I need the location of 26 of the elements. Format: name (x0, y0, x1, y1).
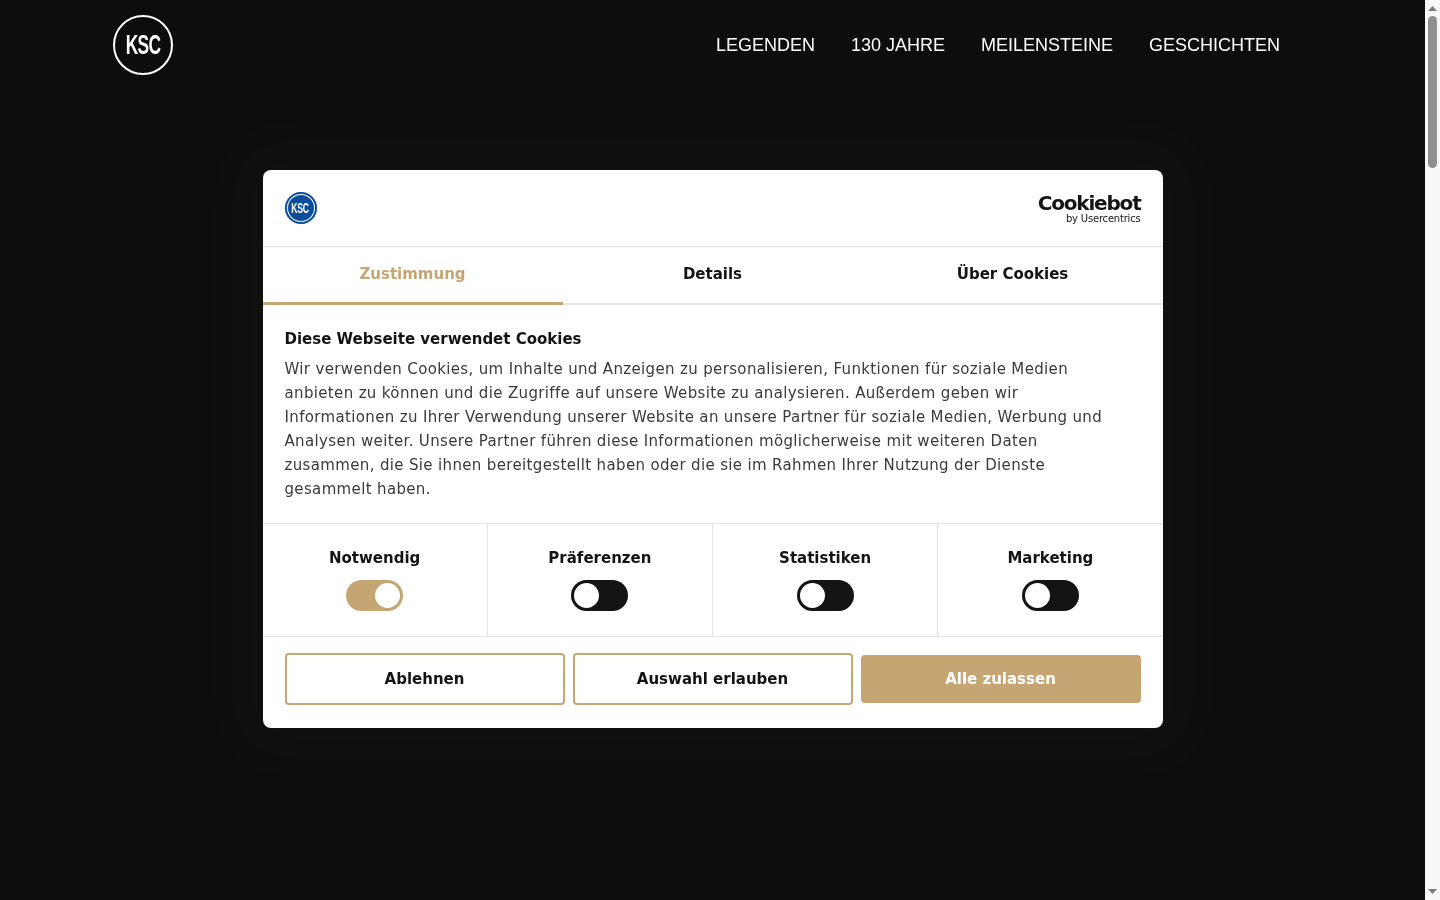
dialog-button[interactable]: Auswahl erlauben (572, 653, 853, 705)
dialog-title: Diese Webseite verwendet Cookies (284, 329, 583, 349)
nav-link[interactable]: 130 JAHRE (850, 31, 945, 59)
category-label: Marketing (1007, 548, 1094, 568)
category-label: Statistiken (779, 548, 872, 568)
nav-link[interactable]: LEGENDEN (715, 31, 815, 59)
toggle-switch[interactable] (571, 580, 629, 611)
toggle-switch[interactable] (1021, 580, 1079, 611)
dialog-tab[interactable]: Über Cookies (862, 247, 1163, 305)
toggle-switch[interactable] (796, 580, 854, 611)
dialog-button[interactable]: Ablehnen (284, 653, 565, 705)
nav-link[interactable]: GESCHICHTEN (1149, 31, 1280, 59)
dialog-tab[interactable]: Details (562, 247, 863, 305)
scrollbar[interactable] (1425, 0, 1440, 900)
scroll-up-icon[interactable] (1428, 6, 1437, 11)
scrollbar-thumb[interactable] (1428, 16, 1437, 168)
nav-link[interactable]: MEILENSTEINE (980, 31, 1113, 59)
brand-byline: by Usercentrics (1065, 212, 1141, 224)
club-logo[interactable]: KSC (113, 15, 173, 75)
toggle-switch[interactable] (346, 580, 404, 611)
club-logo: KSC (284, 192, 317, 224)
scroll-down-icon[interactable] (1428, 889, 1437, 894)
category-label: Notwendig (328, 548, 421, 568)
brand-name: Cookiebot (1037, 192, 1141, 213)
dialog-description: Wir verwenden Cookies, um Inhalte und Anzeigen zu personalisieren, Funktionen für soziale Medien anbieten zu können und die Zugriffe auf unsere Website zu analysieren. Außerdem geben wir Informationen zu Ihrer Verwendung unserer Website an unsere Partner für soziale Medien, Werbung und Analysen weiter. Unsere Partner führen diese Informationen möglicherweise mit weiteren Daten zusammen, die Sie ihnen bereitgestellt haben oder die sie im Rahmen Ihrer Nutzung der Dienste gesammelt haben. (284, 359, 1104, 500)
category-label: Präferenzen (548, 548, 652, 568)
